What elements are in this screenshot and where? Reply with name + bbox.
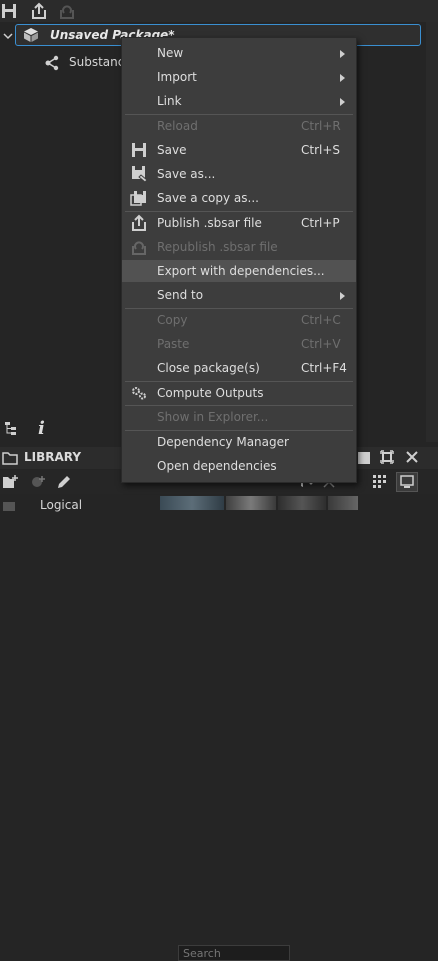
publish-icon [130, 214, 148, 232]
panel-icon[interactable] [357, 451, 371, 465]
submenu-arrow-icon [340, 50, 345, 58]
menu-item-new[interactable]: New [122, 42, 356, 64]
menu-item-label: Reload [157, 119, 198, 133]
menu-item-show-in-explorer: Show in Explorer... [122, 406, 356, 428]
folder-tree-icon [2, 500, 16, 511]
save-copy-icon [130, 189, 148, 207]
menu-item-label: Save [157, 143, 187, 157]
menu-item-close-package[interactable]: Close package(s) Ctrl+F4 [122, 357, 356, 379]
package-cube-icon [22, 26, 40, 44]
add-item-icon[interactable] [30, 474, 46, 490]
menu-item-open-dependencies[interactable]: Open dependencies [122, 455, 356, 477]
menu-item-label: Close package(s) [157, 361, 260, 375]
save-icon[interactable] [0, 2, 18, 20]
menu-item-paste: Paste Ctrl+V [122, 333, 356, 355]
search-input[interactable] [179, 946, 297, 961]
menu-item-shortcut: Ctrl+F4 [301, 361, 347, 375]
save-as-icon [130, 165, 148, 183]
info-icon[interactable]: i [38, 418, 45, 439]
menu-item-copy: Copy Ctrl+C [122, 309, 356, 331]
menu-item-label: Publish .sbsar file [157, 216, 262, 230]
compute-gears-icon [130, 384, 148, 402]
menu-item-label: Compute Outputs [157, 386, 264, 400]
menu-item-label: Open dependencies [157, 459, 277, 473]
maximize-icon[interactable] [380, 450, 394, 464]
menu-item-label: New [157, 46, 184, 60]
new-folder-icon[interactable] [2, 474, 18, 490]
menu-item-save-as[interactable]: Save as... [122, 163, 356, 185]
library-thumbnail[interactable] [160, 496, 224, 510]
menu-item-label: Export with dependencies... [157, 264, 325, 278]
library-title: LIBRARY [24, 450, 82, 464]
chevron-down-icon[interactable] [3, 30, 13, 40]
submenu-arrow-icon [340, 98, 345, 106]
menu-item-dependency-manager[interactable]: Dependency Manager [122, 431, 356, 453]
menu-item-shortcut: Ctrl+C [301, 313, 341, 327]
menu-item-label: Show in Explorer... [157, 410, 269, 424]
library-search-field[interactable] [178, 945, 297, 961]
explorer-scrollbar[interactable] [426, 22, 438, 442]
explorer-toolbar [0, 0, 438, 22]
menu-item-shortcut: Ctrl+S [301, 143, 341, 157]
menu-item-shortcut: Ctrl+V [301, 337, 341, 351]
close-icon[interactable] [405, 450, 419, 464]
edit-icon[interactable] [56, 474, 72, 490]
menu-item-shortcut: Ctrl+R [301, 119, 341, 133]
library-thumbnail[interactable] [328, 496, 358, 510]
library-thumbnail[interactable] [226, 496, 276, 510]
publish-icon[interactable] [30, 2, 48, 20]
menu-item-reload: Reload Ctrl+R [122, 115, 356, 137]
menu-item-compute-outputs[interactable]: Compute Outputs [122, 382, 356, 404]
library-thumbnail[interactable] [278, 496, 326, 510]
hierarchy-icon[interactable] [4, 421, 18, 435]
republish-icon [58, 2, 76, 20]
folder-icon [2, 451, 18, 465]
menu-item-publish[interactable]: Publish .sbsar file Ctrl+P [122, 212, 356, 234]
menu-item-label: Republish .sbsar file [157, 240, 278, 254]
menu-item-label: Save a copy as... [157, 191, 259, 205]
package-context-menu: New Import Link Reload Ctrl+R Save Ctrl+… [121, 37, 357, 483]
menu-item-shortcut: Ctrl+P [301, 216, 340, 230]
grid-view-icon[interactable] [372, 474, 390, 490]
menu-item-link[interactable]: Link [122, 90, 356, 112]
menu-item-save[interactable]: Save Ctrl+S [122, 139, 356, 161]
menu-item-republish: Republish .sbsar file [122, 236, 356, 258]
menu-item-label: Paste [157, 337, 190, 351]
submenu-arrow-icon [340, 74, 345, 82]
save-icon [130, 141, 148, 159]
republish-icon [130, 238, 148, 256]
menu-item-label: Send to [157, 288, 204, 302]
list-view-icon[interactable] [396, 472, 418, 492]
graph-icon [44, 55, 60, 71]
menu-item-label: Save as... [157, 167, 216, 181]
submenu-arrow-icon [340, 292, 345, 300]
menu-item-send-to[interactable]: Send to [122, 284, 356, 306]
menu-item-label: Import [157, 70, 197, 84]
menu-item-import[interactable]: Import [122, 66, 356, 88]
menu-item-save-copy[interactable]: Save a copy as... [122, 187, 356, 209]
menu-item-export-with-dependencies[interactable]: Export with dependencies... [122, 260, 356, 282]
menu-item-label: Link [157, 94, 182, 108]
menu-item-label: Copy [157, 313, 188, 327]
menu-item-label: Dependency Manager [157, 435, 289, 449]
